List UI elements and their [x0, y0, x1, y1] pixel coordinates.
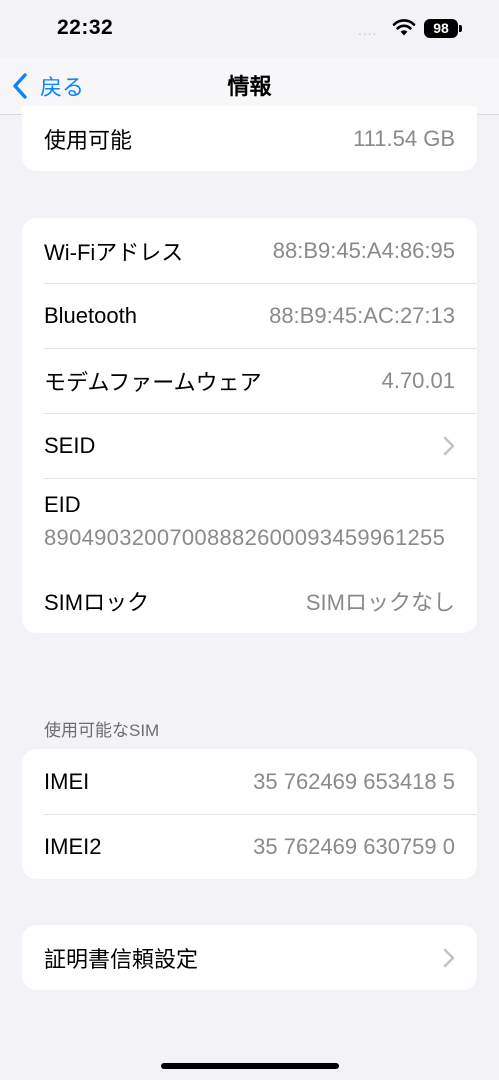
sim-lock-row: SIMロック SIMロックなし	[22, 568, 477, 633]
wifi-icon	[392, 19, 416, 36]
imei-label: IMEI	[44, 768, 90, 794]
wifi-address-label: Wi-Fiアドレス	[44, 239, 184, 265]
sim-lock-label: SIMロック	[44, 589, 150, 615]
imei2-label: IMEI2	[44, 833, 102, 859]
storage-card: 使用可能 111.54 GB	[22, 106, 477, 171]
imei2-value: 35 762469 630759 0	[253, 833, 455, 859]
chevron-right-icon	[443, 948, 455, 967]
chevron-right-icon	[443, 436, 455, 455]
bluetooth-address-row: Bluetooth 88:B9:45:AC:27:13	[22, 283, 477, 348]
bluetooth-value: 88:B9:45:AC:27:13	[269, 302, 455, 328]
seid-row[interactable]: SEID	[22, 413, 477, 478]
imei-value: 35 762469 653418 5	[253, 768, 455, 794]
network-info-card: Wi-Fiアドレス 88:B9:45:A4:86:95 Bluetooth 88…	[22, 218, 477, 633]
imei-row: IMEI 35 762469 653418 5	[22, 749, 477, 814]
battery-tip	[459, 25, 462, 32]
status-time: 22:32	[57, 16, 114, 39]
wifi-address-row: Wi-Fiアドレス 88:B9:45:A4:86:95	[22, 218, 477, 283]
seid-label: SEID	[44, 432, 96, 458]
status-bar: 22:32 .... 98	[0, 0, 499, 58]
eid-value: 89049032007008882600093459961255	[44, 525, 446, 550]
battery-indicator: 98	[424, 19, 458, 38]
modem-firmware-label: モデムファームウェア	[44, 369, 262, 395]
sim-card: IMEI 35 762469 653418 5 IMEI2 35 762469 …	[22, 749, 477, 879]
available-sim-header: 使用可能なSIM	[44, 721, 160, 740]
eid-row: EID 89049032007008882600093459961255	[22, 478, 477, 568]
certificate-trust-settings-row[interactable]: 証明書信頼設定	[22, 925, 477, 990]
certificate-trust-settings-label: 証明書信頼設定	[44, 946, 199, 972]
available-storage-label: 使用可能	[44, 127, 133, 153]
eid-label: EID	[44, 492, 81, 517]
cellular-signal-icon: ....	[358, 22, 378, 38]
available-storage-value: 111.54 GB	[353, 125, 455, 151]
sim-lock-value: SIMロックなし	[305, 589, 455, 615]
modem-firmware-row: モデムファームウェア 4.70.01	[22, 348, 477, 413]
bluetooth-label: Bluetooth	[44, 302, 137, 328]
home-indicator[interactable]	[161, 1063, 339, 1069]
page-title: 情報	[227, 74, 272, 99]
imei2-row: IMEI2 35 762469 630759 0	[22, 814, 477, 879]
modem-firmware-value: 4.70.01	[381, 367, 455, 393]
certificate-card: 証明書信頼設定	[22, 925, 477, 990]
wifi-address-value: 88:B9:45:A4:86:95	[272, 237, 455, 263]
available-storage-row: 使用可能 111.54 GB	[22, 106, 477, 171]
